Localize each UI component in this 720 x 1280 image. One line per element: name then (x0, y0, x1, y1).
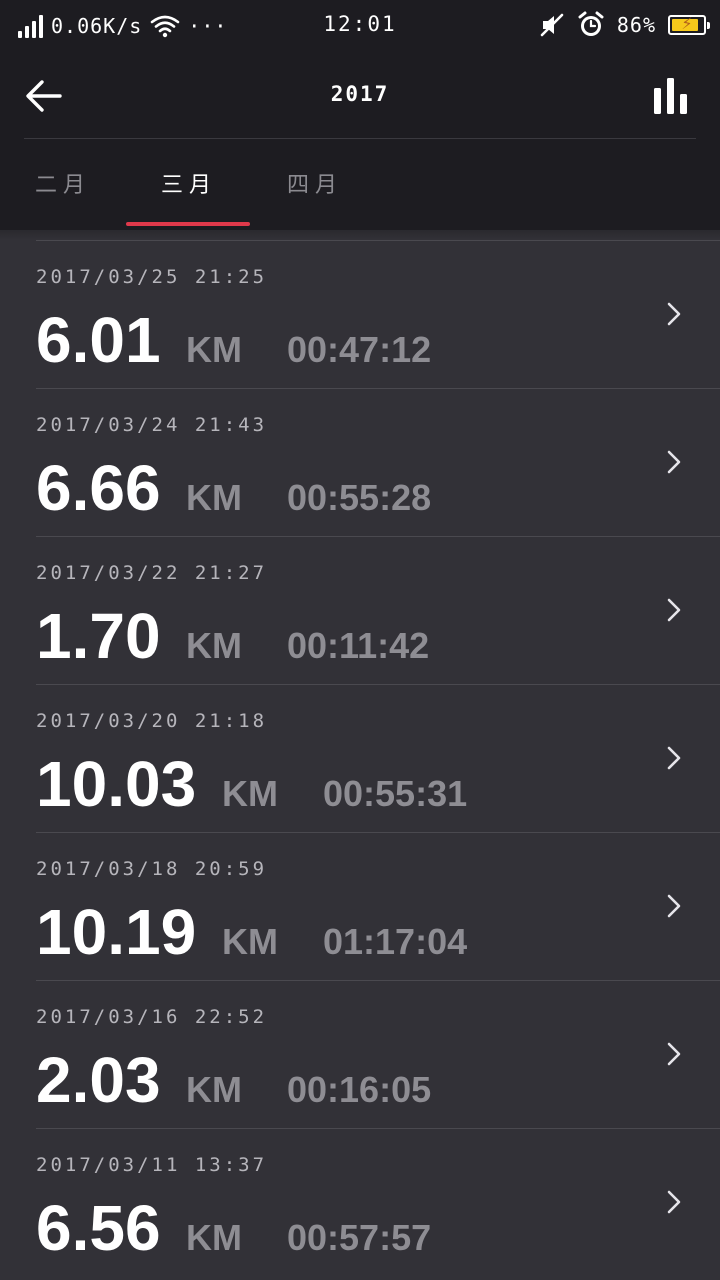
battery-percent: 86% (616, 13, 656, 37)
record-distance: 6.01 (36, 304, 161, 376)
stats-button[interactable] (650, 72, 698, 120)
record-distance: 10.19 (36, 896, 197, 968)
record-unit: KM (186, 477, 242, 518)
record-date: 2017/03/16 22:52 (36, 1006, 268, 1028)
bar-chart-icon (654, 78, 687, 114)
alarm-icon (578, 11, 604, 36)
record-unit: KM (186, 1069, 242, 1110)
record-date: 2017/03/22 21:27 (36, 562, 268, 584)
list-item[interactable]: 2017/03/11 13:37 6.56 KM 00:57:57 (36, 1128, 720, 1276)
active-tab-indicator (126, 222, 250, 226)
chevron-right-icon (667, 1190, 681, 1214)
record-duration: 00:16:05 (287, 1069, 432, 1110)
record-duration: 00:55:28 (287, 477, 432, 518)
status-right: 86% ⚡ (539, 10, 710, 40)
record-duration: 00:11:42 (287, 625, 430, 666)
page-title: 2017 (330, 82, 390, 106)
list-item[interactable]: 2017/03/24 21:43 6.66 KM 00:55:28 (36, 388, 720, 536)
tab-april[interactable]: 四月 (252, 139, 378, 230)
tab-march[interactable]: 三月 (126, 139, 252, 230)
list-item[interactable]: 2017/03/16 22:52 2.03 KM 00:16:05 (36, 980, 720, 1128)
chevron-right-icon (667, 894, 681, 918)
mute-icon (540, 13, 564, 37)
record-distance: 6.56 (36, 1192, 161, 1264)
list-item[interactable]: 2017/03/25 21:25 6.01 KM 00:47:12 (36, 240, 720, 388)
record-date: 2017/03/25 21:25 (36, 266, 268, 288)
chevron-right-icon (667, 746, 681, 770)
nav-bar: 2017 (0, 52, 720, 138)
list-item[interactable]: 2017/03/22 21:27 1.70 KM 00:11:42 (36, 536, 720, 684)
record-distance: 1.70 (36, 600, 161, 672)
chevron-right-icon (667, 598, 681, 622)
run-record-list[interactable]: 2017/03/25 21:25 6.01 KM 00:47:12 2017/0… (0, 230, 720, 1280)
list-item[interactable]: 2017/03/20 21:18 10.03 KM 00:55:31 (36, 684, 720, 832)
record-distance: 2.03 (36, 1044, 161, 1116)
chevron-right-icon (667, 302, 681, 326)
record-unit: KM (186, 625, 242, 666)
month-tabs: 二月 三月 四月 (0, 139, 720, 230)
battery-icon: ⚡ (668, 14, 710, 35)
record-duration: 00:57:57 (287, 1217, 432, 1258)
record-duration: 00:55:31 (323, 773, 468, 814)
record-duration: 01:17:04 (323, 921, 468, 962)
record-date: 2017/03/11 13:37 (36, 1154, 268, 1176)
chevron-right-icon (667, 450, 681, 474)
record-unit: KM (222, 921, 278, 962)
list-item[interactable]: 2017/03/18 20:59 10.19 KM 01:17:04 (36, 832, 720, 980)
record-duration: 00:47:12 (287, 329, 432, 370)
record-date: 2017/03/24 21:43 (36, 414, 268, 436)
status-bar: 0.06K/s ··· 12:01 86% ⚡ (0, 0, 720, 52)
chevron-right-icon (667, 1042, 681, 1066)
record-unit: KM (222, 773, 278, 814)
record-unit: KM (186, 1217, 242, 1258)
record-date: 2017/03/20 21:18 (36, 710, 268, 732)
record-date: 2017/03/18 20:59 (36, 858, 268, 880)
record-distance: 6.66 (36, 452, 161, 524)
record-unit: KM (186, 329, 242, 370)
tab-february[interactable]: 二月 (0, 139, 126, 230)
record-distance: 10.03 (36, 748, 197, 820)
app-header: 0.06K/s ··· 12:01 86% ⚡ 2017 二月 三月 四月 (0, 0, 720, 230)
